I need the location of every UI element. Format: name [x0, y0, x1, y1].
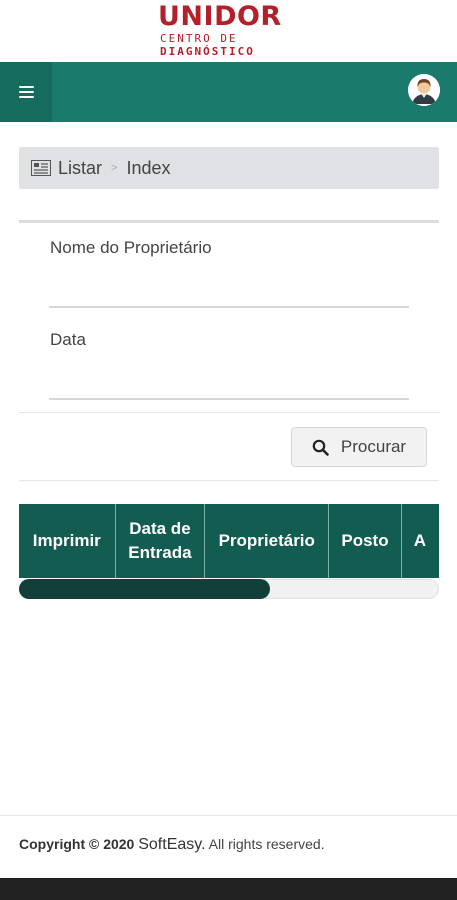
table-header-row: Imprimir Data de Entrada Proprietário Po… [19, 504, 439, 578]
footer-copyright: Copyright © 2020 [19, 836, 135, 852]
footer-brand: SoftEasy. [138, 836, 206, 853]
breadcrumb-item-listar[interactable]: Listar [58, 158, 102, 179]
logo-title: UNIDOR [158, 1, 282, 32]
footer-divider [0, 815, 457, 816]
panel-top-border [19, 220, 439, 223]
date-input[interactable] [49, 360, 409, 398]
bottom-bar [0, 878, 457, 900]
top-navbar [0, 62, 457, 122]
logo: UNIDOR CENTRO DE DIAGNÓSTICO [0, 0, 457, 62]
column-header-proprietario[interactable]: Proprietário [204, 504, 330, 578]
list-icon [31, 160, 51, 176]
column-header-posto[interactable]: Posto [328, 504, 402, 578]
breadcrumb-item-index: Index [126, 157, 171, 178]
search-icon [312, 439, 329, 456]
search-button[interactable]: Procurar [291, 427, 427, 467]
form-divider [19, 412, 439, 413]
date-label: Data [50, 330, 86, 349]
footer-rights: All rights reserved. [208, 836, 325, 852]
owner-name-input-underline [49, 306, 409, 308]
column-header-imprimir[interactable]: Imprimir [19, 504, 116, 578]
horizontal-scrollbar-thumb[interactable] [19, 579, 270, 599]
column-header-truncated[interactable]: A [401, 504, 439, 578]
user-avatar-icon[interactable] [408, 74, 440, 106]
column-header-data-entrada[interactable]: Data de Entrada [115, 504, 206, 578]
actions-divider [19, 480, 439, 481]
logo-subtitle-line2: DIAGNÓSTICO [160, 45, 255, 58]
menu-toggle-button[interactable] [0, 62, 52, 122]
owner-name-label: Nome do Proprietário [50, 238, 212, 257]
breadcrumb-separator: > [111, 162, 118, 174]
date-input-underline [49, 398, 409, 400]
search-button-label: Procurar [340, 437, 407, 456]
hamburger-icon [18, 86, 34, 98]
results-table: Imprimir Data de Entrada Proprietário Po… [19, 504, 439, 578]
breadcrumb: Listar > Index [19, 147, 439, 189]
footer: Copyright © 2020 SoftEasy. All rights re… [19, 836, 325, 854]
results-table-container[interactable]: Imprimir Data de Entrada Proprietário Po… [19, 504, 439, 578]
logo-subtitle-line1: CENTRO DE [160, 32, 238, 45]
owner-name-input[interactable] [49, 268, 409, 306]
